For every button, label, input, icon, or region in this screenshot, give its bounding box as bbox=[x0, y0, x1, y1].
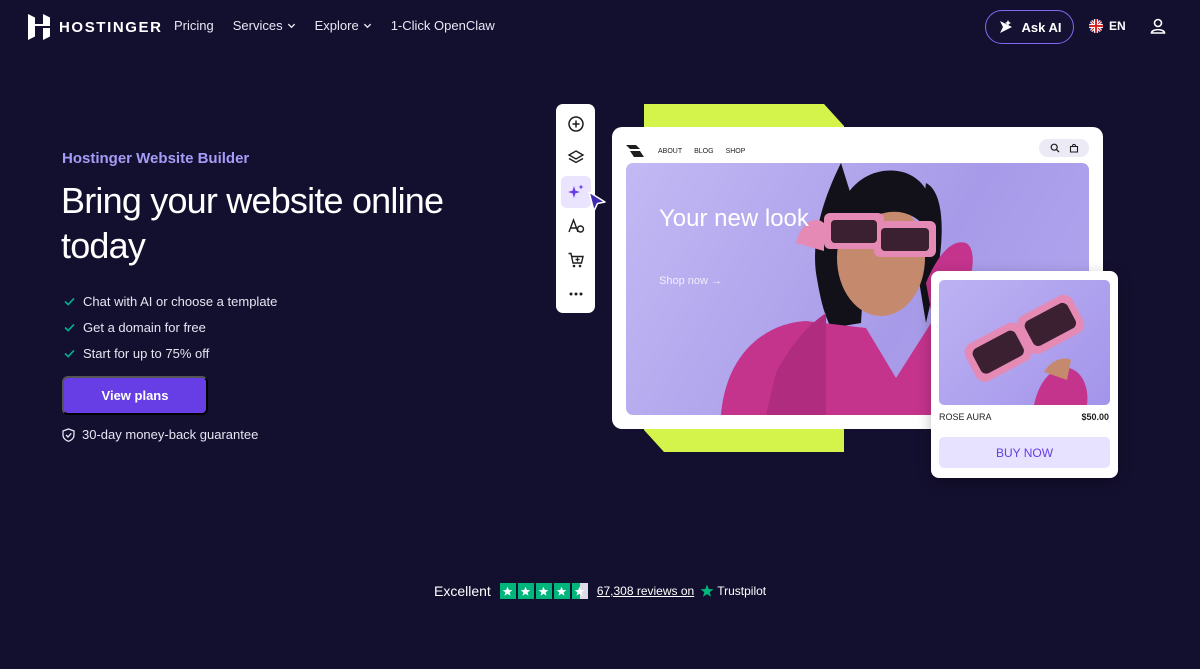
typography-icon bbox=[567, 218, 584, 233]
more-icon bbox=[569, 292, 582, 296]
feature-text: Start for up to 75% off bbox=[83, 345, 210, 361]
star-icon bbox=[553, 583, 570, 599]
shield-check-icon bbox=[62, 427, 75, 442]
product-card: ROSE AURA $50.00 BUY NOW bbox=[931, 271, 1118, 478]
star-icon bbox=[499, 583, 516, 599]
search-icon bbox=[1050, 143, 1059, 153]
shopping-bag-icon bbox=[1069, 143, 1078, 153]
language-label: EN bbox=[1109, 19, 1126, 33]
feature-item: Chat with AI or choose a template bbox=[64, 288, 277, 314]
trustpilot-rating: Excellent 67,308 reviews on Trustpilot bbox=[434, 583, 766, 599]
preview-hero-title: Your new look bbox=[659, 205, 809, 232]
language-selector[interactable]: EN bbox=[1089, 19, 1126, 33]
guarantee-text: 30-day money-back guarantee bbox=[82, 427, 259, 442]
feature-item: Start for up to 75% off bbox=[64, 340, 277, 366]
sunglasses-image bbox=[964, 294, 1088, 405]
hero-headline: Bring your website online today bbox=[61, 180, 444, 266]
nav-explore[interactable]: Explore bbox=[315, 18, 372, 33]
main-nav: Pricing Services Explore 1-Click OpenCla… bbox=[174, 18, 514, 33]
buy-now-button[interactable]: BUY NOW bbox=[939, 437, 1110, 468]
chevron-down-icon bbox=[287, 23, 295, 29]
top-nav: HOSTINGER Pricing Services Explore 1-Cli… bbox=[0, 0, 1200, 54]
feature-list: Chat with AI or choose a template Get a … bbox=[64, 288, 277, 366]
money-back-guarantee: 30-day money-back guarantee bbox=[62, 427, 258, 442]
half-star-icon bbox=[571, 583, 588, 599]
feature-item: Get a domain for free bbox=[64, 314, 277, 340]
trustpilot-brand: Trustpilot bbox=[717, 584, 767, 598]
layers-button[interactable] bbox=[561, 142, 591, 173]
reviews-link[interactable]: 67,308 reviews on bbox=[597, 584, 694, 598]
check-icon bbox=[64, 323, 75, 332]
brand-name: HOSTINGER bbox=[59, 18, 163, 36]
preview-site-nav: ABOUT BLOG SHOP bbox=[626, 141, 1088, 161]
product-image bbox=[939, 280, 1110, 405]
rating-stars bbox=[499, 583, 588, 599]
preview-logo-icon bbox=[626, 145, 644, 157]
preview-nav-about: ABOUT bbox=[658, 147, 683, 155]
more-options-button[interactable] bbox=[561, 279, 591, 310]
add-icon bbox=[567, 115, 584, 132]
nav-services-label: Services bbox=[232, 18, 283, 33]
hero-eyebrow: Hostinger Website Builder bbox=[62, 150, 250, 167]
ai-tools-button[interactable] bbox=[560, 176, 591, 208]
chevron-down-icon bbox=[363, 23, 371, 29]
nav-openclaw-label: 1-Click OpenClaw bbox=[390, 18, 495, 33]
hostinger-logo-icon bbox=[28, 14, 50, 40]
preview-site-tools bbox=[1039, 139, 1089, 157]
brand-logo[interactable]: HOSTINGER bbox=[28, 14, 163, 40]
ask-ai-button[interactable]: Ask AI bbox=[985, 10, 1074, 44]
styles-button[interactable] bbox=[561, 211, 591, 242]
feature-text: Chat with AI or choose a template bbox=[83, 293, 278, 309]
nav-pricing-label: Pricing bbox=[174, 18, 214, 33]
layers-icon bbox=[567, 149, 584, 164]
user-account-icon[interactable] bbox=[1149, 17, 1167, 35]
preview-nav-blog: BLOG bbox=[694, 147, 714, 155]
nav-services[interactable]: Services bbox=[233, 18, 296, 33]
check-icon bbox=[64, 297, 75, 306]
feature-text: Get a domain for free bbox=[83, 319, 206, 335]
rating-label: Excellent bbox=[434, 583, 491, 599]
star-icon bbox=[517, 583, 534, 599]
trustpilot-star-icon bbox=[700, 584, 714, 597]
ai-agent-icon bbox=[999, 20, 1012, 33]
check-icon bbox=[64, 349, 75, 358]
trustpilot-logo[interactable]: Trustpilot bbox=[700, 584, 766, 598]
store-button[interactable] bbox=[561, 245, 591, 276]
cart-icon bbox=[568, 253, 584, 268]
preview-shop-now-link: Shop now → bbox=[659, 275, 722, 287]
nav-pricing[interactable]: Pricing bbox=[174, 18, 214, 33]
view-plans-button[interactable]: View plans bbox=[62, 376, 208, 415]
product-price: $50.00 bbox=[1081, 412, 1109, 422]
nav-explore-label: Explore bbox=[314, 18, 359, 33]
preview-nav-shop: SHOP bbox=[725, 147, 746, 155]
uk-flag-icon bbox=[1089, 19, 1103, 33]
star-icon bbox=[535, 583, 552, 599]
ai-sparkle-icon bbox=[567, 184, 583, 198]
product-name: ROSE AURA bbox=[939, 412, 992, 422]
mouse-cursor-icon bbox=[588, 191, 606, 212]
nav-openclaw[interactable]: 1-Click OpenClaw bbox=[391, 18, 495, 33]
add-element-button[interactable] bbox=[561, 108, 591, 139]
ask-ai-label: Ask AI bbox=[1021, 19, 1062, 35]
